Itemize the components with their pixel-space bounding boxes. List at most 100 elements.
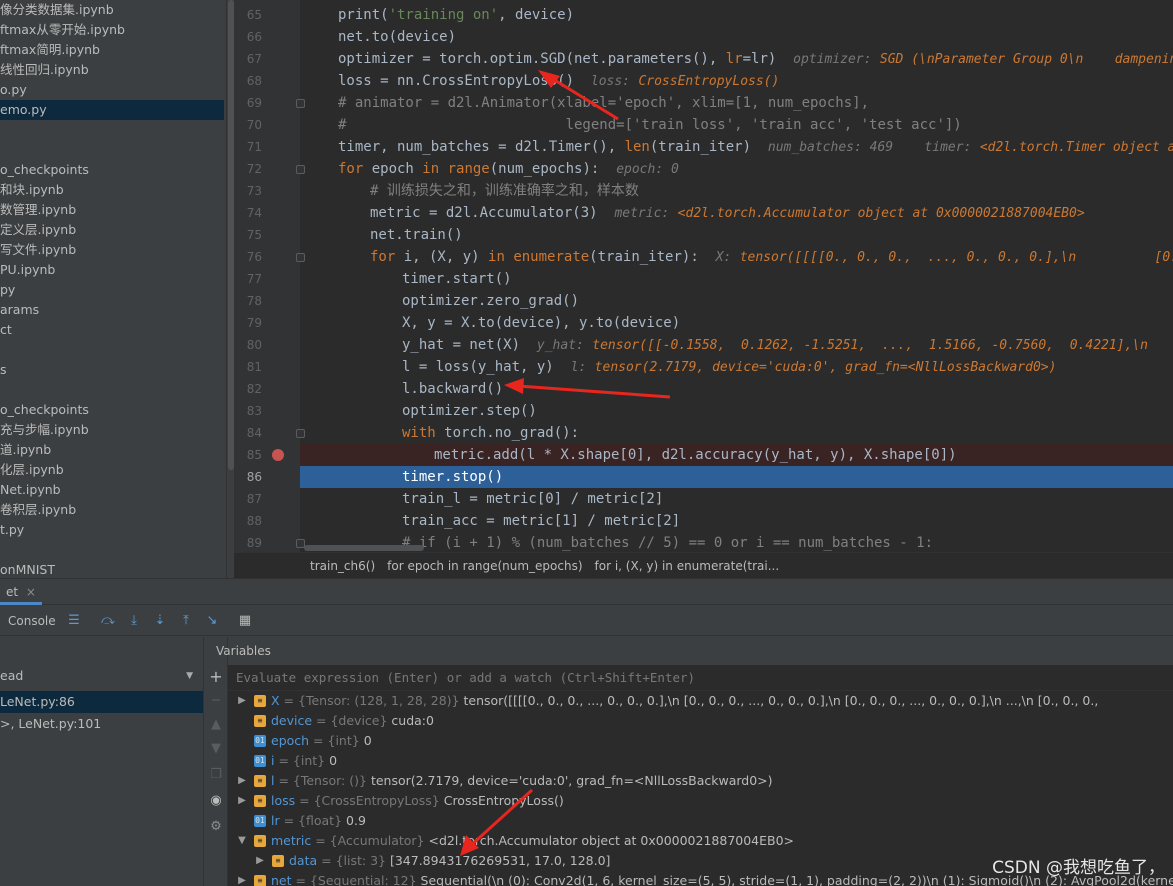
code-line[interactable]: for i, (X, y) in enumerate(train_iter): …	[300, 246, 1173, 268]
code-line[interactable]: train_acc = metric[1] / metric[2]	[300, 510, 1173, 532]
project-tree-item[interactable]: 和块.ipynb	[0, 180, 224, 200]
code-line[interactable]: train_l = metric[0] / metric[2]	[300, 488, 1173, 510]
move-up-icon[interactable]: ▲	[208, 717, 224, 733]
chevron-right-icon[interactable]: ▶	[236, 791, 248, 811]
variable-row[interactable]: ≡ device = {device} cuda:0	[228, 711, 1173, 731]
code-line[interactable]: for epoch in range(num_epochs): epoch: 0	[300, 158, 1173, 180]
chevron-right-icon[interactable]: ▶	[236, 691, 248, 711]
project-tree-item[interactable]: 定义层.ipynb	[0, 220, 224, 240]
code-line[interactable]: metric.add(l * X.shape[0], d2l.accuracy(…	[300, 444, 1173, 466]
chevron-right-icon[interactable]: ▶	[236, 871, 248, 886]
step-into-icon[interactable]: ⤓	[126, 612, 142, 630]
project-tree-item[interactable]	[0, 140, 224, 160]
code-line[interactable]: timer.start()	[300, 268, 1173, 290]
editor-breadcrumb[interactable]: train_ch6() for epoch in range(num_epochs…	[234, 552, 1173, 578]
code-line[interactable]: print('training on', device)	[300, 4, 1173, 26]
remove-watch-icon[interactable]: −	[208, 693, 224, 709]
code-area[interactable]: print('training on', device) net.to(devic…	[300, 4, 1173, 554]
project-tree-item[interactable]: Net.ipynb	[0, 480, 224, 500]
thread-selector[interactable]: ead ▼	[0, 665, 203, 687]
project-tree-item[interactable]: ct	[0, 320, 224, 340]
variable-row[interactable]: ▼ ≡ metric = {Accumulator} <d2l.torch.Accu…	[228, 831, 1173, 851]
step-out-icon[interactable]: ⤒	[178, 612, 194, 630]
code-line[interactable]: net.to(device)	[300, 26, 1173, 48]
code-line[interactable]: # legend=['train loss', 'train acc', 'te…	[300, 114, 1173, 136]
chevron-down-icon[interactable]: ▼	[236, 831, 248, 851]
project-tree-item[interactable]: arams	[0, 300, 224, 320]
variable-row[interactable]: ▶ ≡ X = {Tensor: (128, 1, 28, 28)} tensor(…	[228, 691, 1173, 711]
project-tree-item[interactable]: 数管理.ipynb	[0, 200, 224, 220]
stack-frame[interactable]: LeNet.py:86	[0, 691, 203, 713]
project-tree-item[interactable]: PU.ipynb	[0, 260, 224, 280]
chevron-right-icon[interactable]: ▶	[254, 851, 266, 871]
project-tree-item[interactable]: ftmax从零开始.ipynb	[0, 20, 224, 40]
project-tree-item[interactable]: 化层.ipynb	[0, 460, 224, 480]
code-line[interactable]: optimizer = torch.optim.SGD(net.paramete…	[300, 48, 1173, 70]
code-line[interactable]: optimizer.step()	[300, 400, 1173, 422]
step-into-my-code-icon[interactable]: ⇣	[152, 612, 168, 630]
code-line[interactable]: net.train()	[300, 224, 1173, 246]
variable-row[interactable]: 01 i = {int} 0	[228, 751, 1173, 771]
code-line[interactable]: y_hat = net(X) y_hat: tensor([[-0.1558, …	[300, 334, 1173, 356]
variable-row[interactable]: 01 epoch = {int} 0	[228, 731, 1173, 751]
project-tree-item[interactable]: s	[0, 360, 224, 380]
code-line[interactable]: l = loss(y_hat, y) l: tensor(2.7179, dev…	[300, 356, 1173, 378]
project-tree-item[interactable]: 像分类数据集.ipynb	[0, 0, 224, 20]
project-scrollbar[interactable]	[226, 0, 234, 578]
project-tree-item[interactable]: py	[0, 280, 224, 300]
project-tree-item[interactable]	[0, 120, 224, 140]
code-line[interactable]: metric = d2l.Accumulator(3) metric: <d2l…	[300, 202, 1173, 224]
project-tree-item[interactable]: 写文件.ipynb	[0, 240, 224, 260]
breadcrumb-item[interactable]: for i, (X, y) in enumerate(trai...	[595, 559, 780, 573]
add-watch-icon[interactable]: +	[208, 669, 224, 685]
variable-row[interactable]: ▶ ≡ loss = {CrossEntropyLoss} CrossEntropy…	[228, 791, 1173, 811]
code-line[interactable]: optimizer.zero_grad()	[300, 290, 1173, 312]
settings-icon[interactable]: ⚙	[208, 819, 224, 835]
evaluate-table-icon[interactable]: ▦	[237, 612, 253, 630]
breadcrumb-item[interactable]: train_ch6()	[310, 559, 375, 573]
project-tree-item[interactable]: o.py	[0, 80, 224, 100]
code-editor[interactable]: 65 66 67 68 69 70 71 72 73 74 75 76 77 78 79 80 81 82 83 84…	[234, 0, 1173, 578]
project-tree-item[interactable]	[0, 380, 224, 400]
console-tab[interactable]: Console	[8, 606, 56, 636]
code-line[interactable]: timer.stop()	[300, 466, 1173, 488]
editor-gutter[interactable]: 65 66 67 68 69 70 71 72 73 74 75 76 77 78 79 80 81 82 83 84…	[234, 0, 305, 552]
project-tree-item[interactable]: o_checkpoints	[0, 160, 224, 180]
menu-lines-icon[interactable]: ☰	[66, 612, 82, 630]
code-line[interactable]: X, y = X.to(device), y.to(device)	[300, 312, 1173, 334]
code-line[interactable]: with torch.no_grad():	[300, 422, 1173, 444]
code-line[interactable]: # if (i + 1) % (num_batches // 5) == 0 o…	[300, 532, 1173, 554]
project-tree-item[interactable]: 道.ipynb	[0, 440, 224, 460]
code-line[interactable]: # 训练损失之和，训练准确率之和，样本数	[300, 180, 1173, 202]
eye-icon[interactable]: ◉	[208, 793, 224, 809]
variable-row[interactable]: ▶ ≡ l = {Tensor: ()} tensor(2.7179, device…	[228, 771, 1173, 791]
project-tree-item[interactable]: o_checkpoints	[0, 400, 224, 420]
code-line[interactable]: l.backward()	[300, 378, 1173, 400]
variable-row[interactable]: 01 lr = {float} 0.9	[228, 811, 1173, 831]
code-line[interactable]: # animator = d2l.Animator(xlabel='epoch'…	[300, 92, 1173, 114]
step-over-icon[interactable]: ⤼	[100, 612, 116, 630]
run-to-cursor-icon[interactable]: ↘	[204, 612, 220, 630]
project-tree-item[interactable]: 充与步幅.ipynb	[0, 420, 224, 440]
copy-icon[interactable]: ❐	[208, 767, 224, 783]
project-tree-item[interactable]: t.py	[0, 520, 224, 540]
project-tree-item[interactable]	[0, 340, 224, 360]
move-down-icon[interactable]: ▼	[208, 741, 224, 757]
line-number: 81	[246, 360, 262, 374]
project-tree-item[interactable]: 卷积层.ipynb	[0, 500, 224, 520]
debug-tab-lenet[interactable]: et ×	[0, 579, 42, 605]
close-icon[interactable]: ×	[26, 585, 36, 599]
project-tree-item[interactable]	[0, 540, 224, 560]
evaluate-expression-input[interactable]: Evaluate expression (Enter) or add a wat…	[228, 665, 1173, 691]
project-tree-item[interactable]: ftmax简明.ipynb	[0, 40, 224, 60]
editor-horizontal-scrollbar[interactable]	[304, 545, 424, 551]
project-tree-item[interactable]: 线性回归.ipynb	[0, 60, 224, 80]
breadcrumb-item[interactable]: for epoch in range(num_epochs)	[387, 559, 582, 573]
breakpoint-icon[interactable]	[272, 449, 284, 461]
project-tree-item[interactable]: onMNIST	[0, 560, 224, 578]
code-line[interactable]: timer, num_batches = d2l.Timer(), len(tr…	[300, 136, 1173, 158]
code-line[interactable]: loss = nn.CrossEntropyLoss() loss: Cross…	[300, 70, 1173, 92]
chevron-right-icon[interactable]: ▶	[236, 771, 248, 791]
stack-frame[interactable]: >, LeNet.py:101	[0, 713, 203, 735]
project-tree-item[interactable]: emo.py	[0, 100, 224, 120]
